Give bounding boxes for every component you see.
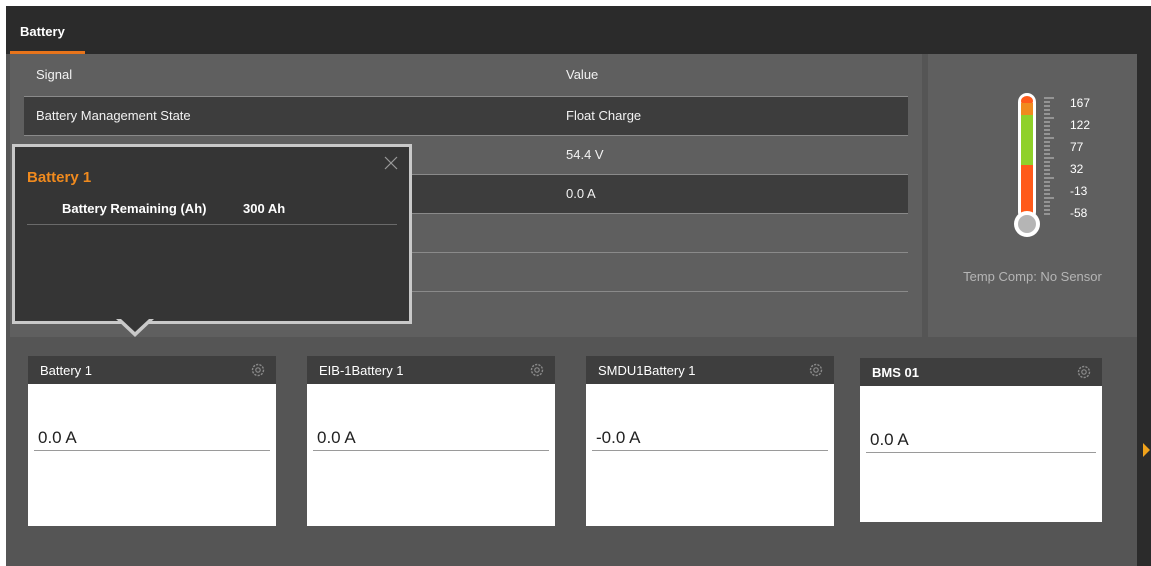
scale-label: 77: [1070, 140, 1084, 154]
temp-comp-status: Temp Comp: No Sensor: [963, 269, 1102, 284]
card-divider: [313, 450, 549, 451]
battery-card[interactable]: EIB-1Battery 1 0.0 A: [307, 356, 555, 526]
card-body: 0.0 A: [28, 384, 276, 526]
card-body: 0.0 A: [307, 384, 555, 526]
tab-battery[interactable]: Battery: [10, 6, 85, 54]
card-title: BMS 01: [872, 365, 919, 380]
card-value: 0.0 A: [317, 428, 356, 447]
scale-label: 32: [1070, 162, 1084, 176]
card-title: EIB-1Battery 1: [319, 363, 404, 378]
scale-label: -13: [1070, 184, 1088, 198]
card-body: -0.0 A: [586, 384, 834, 526]
popup-divider: [27, 224, 397, 225]
header-signal: Signal: [36, 67, 73, 82]
battery-card[interactable]: BMS 01 0.0 A: [860, 358, 1102, 528]
popup-field-value: 300 Ah: [243, 201, 286, 216]
card-value: 0.0 A: [38, 428, 77, 447]
card-body: 0.0 A: [860, 386, 1102, 522]
card-value: -0.0 A: [596, 428, 641, 447]
popup-field-label: Battery Remaining (Ah): [62, 201, 207, 216]
card-header: BMS 01: [860, 358, 1102, 386]
card-value: 0.0 A: [870, 430, 909, 449]
gear-icon[interactable]: [808, 362, 824, 378]
popup-caret-icon: [116, 319, 154, 337]
card-header: SMDU1Battery 1: [586, 356, 834, 384]
arrow-right-icon: [1143, 443, 1150, 457]
right-scroll-strip: [1137, 54, 1151, 566]
app-frame: Battery Signal Value Battery Management …: [6, 6, 1151, 566]
thermometer-panel: 167 122 77 32 -13 -58 Temp Comp: No Sens…: [928, 54, 1137, 337]
card-divider: [34, 450, 270, 451]
battery-card[interactable]: Battery 1 0.0 A: [28, 356, 276, 526]
gear-icon[interactable]: [250, 362, 266, 378]
battery-card[interactable]: SMDU1Battery 1 -0.0 A: [586, 356, 834, 526]
scroll-right-button[interactable]: [1137, 430, 1151, 470]
tab-battery-label: Battery: [20, 24, 65, 39]
card-header: EIB-1Battery 1: [307, 356, 555, 384]
gear-icon[interactable]: [529, 362, 545, 378]
card-divider: [866, 452, 1096, 453]
signal-value: Float Charge: [566, 108, 642, 123]
gear-icon[interactable]: [1076, 364, 1092, 380]
signal-name: Battery Management State: [36, 108, 191, 123]
card-title: Battery 1: [40, 363, 93, 378]
signal-value: 0.0 A: [566, 186, 596, 201]
popup-title: Battery 1: [27, 169, 92, 186]
table-row: Battery Management State Float Charge: [24, 96, 908, 135]
card-header: Battery 1: [28, 356, 276, 384]
scale-label: 167: [1070, 96, 1091, 110]
card-title: SMDU1Battery 1: [598, 363, 696, 378]
card-divider: [592, 450, 828, 451]
scale-label: -58: [1070, 206, 1088, 220]
table-header: Signal Value: [10, 54, 922, 92]
close-icon[interactable]: [383, 155, 399, 171]
tab-bar: Battery: [6, 6, 1151, 54]
header-value: Value: [566, 67, 599, 82]
scale-label: 122: [1070, 118, 1091, 132]
battery-popup: Battery 1 Battery Remaining (Ah) 300 Ah: [12, 144, 412, 324]
thermometer-icon: [1014, 93, 1054, 237]
signal-value: 54.4 V: [566, 147, 604, 162]
